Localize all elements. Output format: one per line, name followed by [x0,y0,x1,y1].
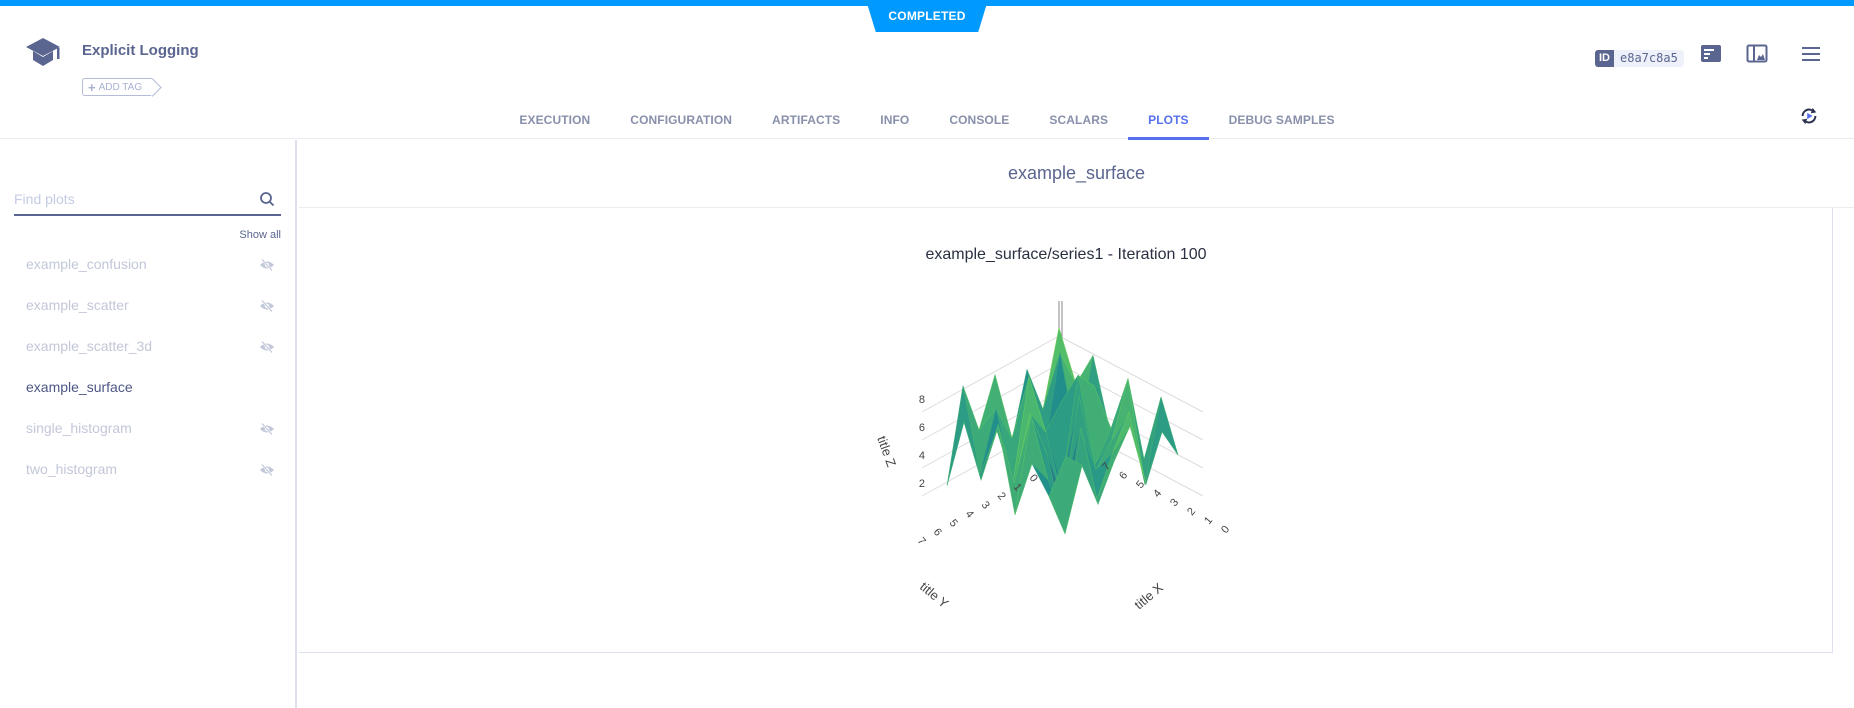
id-label: ID [1595,50,1614,67]
task-tabs: EXECUTION CONFIGURATION ARTIFACTS INFO C… [0,104,1854,140]
y-axis-title: title Y [917,579,952,611]
plot-item-label: example_surface [26,379,133,395]
x-tick-label: 4 [1151,488,1164,500]
plot-list-item[interactable]: example_scatter [0,285,295,326]
y-tick-label: 6 [931,526,944,538]
menu-icon[interactable] [1800,44,1822,64]
show-all-link[interactable]: Show all [239,229,281,241]
eye-off-icon[interactable] [259,299,275,313]
layout-toggle-icon[interactable] [1746,44,1768,64]
x-tick-label: 6 [1117,470,1130,482]
x-tick-label: 3 [1168,497,1181,509]
surface-plot[interactable]: 24680123456701234567title Ztitle Ytitle … [859,288,1259,613]
plot-list: example_confusion example_scatter example_… [0,244,295,490]
tab-artifacts[interactable]: ARTIFACTS [752,104,860,140]
search-icon[interactable] [259,191,275,207]
eye-off-icon[interactable] [259,340,275,354]
z-tick-label: 2 [919,478,925,490]
plot-list-item[interactable]: example_scatter_3d [0,326,295,367]
z-tick-label: 4 [919,450,925,462]
plot-list-item[interactable]: example_confusion [0,244,295,285]
plus-icon: + [88,79,96,95]
eye-off-icon[interactable] [259,258,275,272]
eye-off-icon[interactable] [259,463,275,477]
plot-item-label: example_scatter [26,297,129,313]
plot-card: example_surface/series1 - Iteration 100 … [299,208,1833,653]
graduation-cap-icon [26,38,60,66]
z-axis-title: title Z [874,434,899,469]
find-plots-input[interactable] [14,186,244,212]
x-tick-label: 0 [1219,524,1232,536]
x-tick-label: 2 [1185,506,1198,518]
id-value: e8a7c8a5 [1614,50,1684,67]
y-tick-label: 4 [963,508,976,520]
details-panel-icon[interactable] [1700,44,1722,64]
z-tick-label: 8 [919,394,925,406]
y-tick-label: 3 [979,499,992,511]
tab-info[interactable]: INFO [860,104,929,140]
add-tag-label: ADD TAG [98,81,143,93]
plot-item-label: example_confusion [26,256,147,272]
find-plots-search [14,186,281,216]
y-tick-label: 7 [915,535,928,547]
y-tick-label: 2 [995,490,1008,502]
plots-main: example_surface example_surface/series1 … [299,140,1854,708]
tab-plots[interactable]: PLOTS [1128,104,1209,140]
y-tick-label: 5 [947,517,960,529]
plot-list-item[interactable]: two_histogram [0,449,295,490]
plot-list-item[interactable]: example_surface [0,367,295,408]
tab-debug-samples[interactable]: DEBUG SAMPLES [1209,104,1355,140]
x-tick-label: 1 [1202,515,1215,527]
x-axis-title: title X [1131,580,1166,613]
tab-configuration[interactable]: CONFIGURATION [610,104,752,140]
section-title: example_surface [299,140,1854,208]
tab-console[interactable]: CONSOLE [929,104,1029,140]
task-id-badge[interactable]: ID e8a7c8a5 [1595,50,1684,67]
add-tag-button[interactable]: + ADD TAG [82,78,153,96]
tab-execution[interactable]: EXECUTION [499,104,610,140]
plot-item-label: example_scatter_3d [26,338,153,354]
eye-off-icon[interactable] [259,422,275,436]
plot-item-label: two_histogram [26,461,118,477]
task-title: Explicit Logging [82,42,199,59]
plot-list-item[interactable]: single_histogram [0,408,295,449]
z-tick-label: 6 [919,422,925,434]
plot-item-label: single_histogram [26,420,132,436]
tab-scalars[interactable]: SCALARS [1029,104,1128,140]
chart-title: example_surface/series1 - Iteration 100 [925,246,1207,263]
